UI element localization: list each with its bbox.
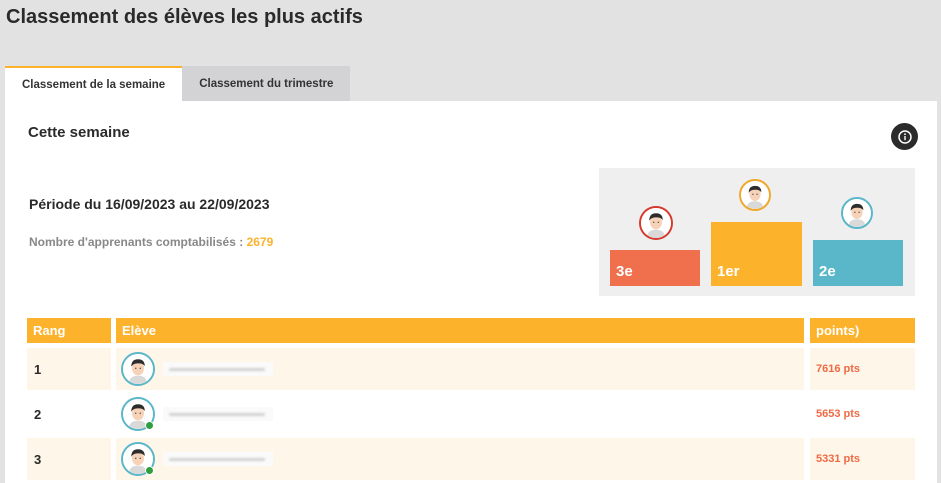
podium-label-second: 2e <box>819 263 836 280</box>
points-cell: 5331 pts <box>810 438 915 480</box>
student-cell <box>116 348 804 390</box>
info-icon <box>897 129 912 144</box>
page-title: Classement des élèves les plus actifs <box>6 6 363 28</box>
student-avatar-icon <box>641 208 671 238</box>
rank-cell: 1 <box>27 348 111 390</box>
column-header-points: points) <box>810 318 915 343</box>
points-cell: 5653 pts <box>816 408 861 420</box>
blurred-student-name[interactable] <box>163 407 273 421</box>
avatar[interactable] <box>121 397 155 431</box>
points-cell: 7616 pts <box>810 348 915 390</box>
rank-cell: 3 <box>27 438 111 480</box>
tab-week-ranking[interactable]: Classement de la semaine <box>5 66 183 101</box>
column-header-rank: Rang <box>27 318 111 343</box>
student-avatar-icon <box>123 354 153 384</box>
table-row: 1 7616 pts <box>27 348 915 390</box>
student-avatar-icon <box>843 199 871 227</box>
podium-avatar-third <box>639 206 673 240</box>
podium-step-first: 1er <box>711 222 802 286</box>
podium-label-first: 1er <box>717 263 740 280</box>
podium-avatar-first <box>739 179 771 211</box>
table-row: 3 5331 pts <box>27 438 915 480</box>
learners-label: Nombre d'apprenants comptabilisés : <box>29 235 247 249</box>
student-cell <box>116 393 804 435</box>
tab-term-ranking[interactable]: Classement du trimestre <box>182 66 351 101</box>
avatar[interactable] <box>121 442 155 476</box>
rank-cell: 2 <box>34 406 42 422</box>
student-cell <box>116 438 804 480</box>
student-avatar-icon <box>741 181 769 209</box>
ranking-panel: Cette semaine Période du 16/09/2023 au 2… <box>5 101 937 483</box>
podium-avatar-second <box>841 197 873 229</box>
learners-count-line: Nombre d'apprenants comptabilisés : 2679 <box>29 235 273 249</box>
podium-label-third: 3e <box>616 263 633 280</box>
table-row: 2 5653 pts <box>27 393 915 435</box>
blurred-student-name[interactable] <box>163 362 273 376</box>
info-button[interactable] <box>891 123 918 150</box>
learners-count: 2679 <box>246 235 274 249</box>
podium-step-second: 2e <box>813 240 903 286</box>
online-status-dot <box>145 421 154 430</box>
tab-bar: Classement de la semaine Classement du t… <box>5 66 351 101</box>
avatar[interactable] <box>121 352 155 386</box>
podium-step-third: 3e <box>610 250 700 286</box>
blurred-student-name[interactable] <box>163 452 273 466</box>
section-title: Cette semaine <box>28 124 130 141</box>
period-text: Période du 16/09/2023 au 22/09/2023 <box>29 196 270 212</box>
podium: 3e 1er 2e <box>599 168 915 296</box>
column-header-student: Elève <box>116 318 804 343</box>
online-status-dot <box>145 466 154 475</box>
